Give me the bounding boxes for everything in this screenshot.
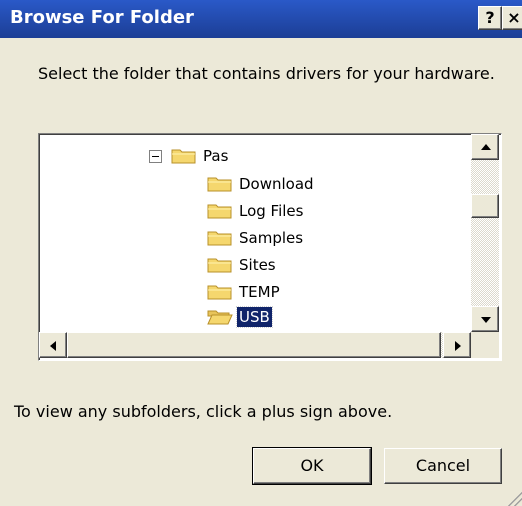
arrow-down-icon	[481, 317, 491, 323]
instruction-text: Select the folder that contains drivers …	[38, 64, 495, 83]
scroll-thumb[interactable]	[471, 194, 499, 218]
scrollbar-corner	[471, 332, 499, 358]
tree-item-label: Log Files	[239, 202, 304, 220]
folder-icon	[171, 149, 196, 164]
tree-item-label: Samples	[239, 229, 304, 247]
browse-folder-dialog: Browse For Folder ? × Select the folder …	[0, 0, 522, 506]
ok-button[interactable]: OK	[252, 447, 372, 485]
scroll-left-button[interactable]	[39, 332, 67, 358]
folder-icon	[207, 231, 232, 246]
help-button[interactable]: ?	[478, 6, 502, 30]
scroll-down-button[interactable]	[471, 306, 499, 332]
tree-item-label: TEMP	[239, 283, 280, 301]
folder-icon	[207, 285, 232, 300]
tree-item-label-selected: USB	[236, 306, 273, 328]
resize-grip-icon[interactable]	[508, 492, 522, 506]
scroll-up-button[interactable]	[471, 134, 499, 160]
window-title: Browse For Folder	[10, 7, 194, 28]
title-bar[interactable]: Browse For Folder ? ×	[0, 0, 522, 38]
folder-icon	[207, 258, 232, 273]
close-button[interactable]: ×	[502, 6, 522, 30]
arrow-up-icon	[481, 144, 491, 150]
folder-tree-viewport: Pas Download Log Files Samples Sites TEM…	[39, 134, 471, 332]
folder-icon	[207, 204, 232, 219]
tree-item-label: Sites	[239, 256, 276, 274]
cancel-button[interactable]: Cancel	[384, 448, 502, 484]
scroll-thumb-horizontal[interactable]	[67, 332, 441, 358]
open-folder-icon	[207, 310, 233, 325]
arrow-left-icon	[50, 341, 56, 351]
collapse-icon[interactable]	[149, 150, 162, 163]
hint-text: To view any subfolders, click a plus sig…	[14, 402, 393, 421]
tree-item-label: Download	[239, 175, 314, 193]
vertical-scrollbar[interactable]	[471, 134, 499, 332]
tree-item-label: Pas	[203, 147, 229, 165]
arrow-right-icon	[455, 341, 461, 351]
folder-icon	[207, 177, 232, 192]
horizontal-scrollbar[interactable]	[39, 332, 471, 358]
scroll-right-button[interactable]	[443, 332, 471, 358]
folder-tree[interactable]: Pas Download Log Files Samples Sites TEM…	[38, 133, 502, 361]
